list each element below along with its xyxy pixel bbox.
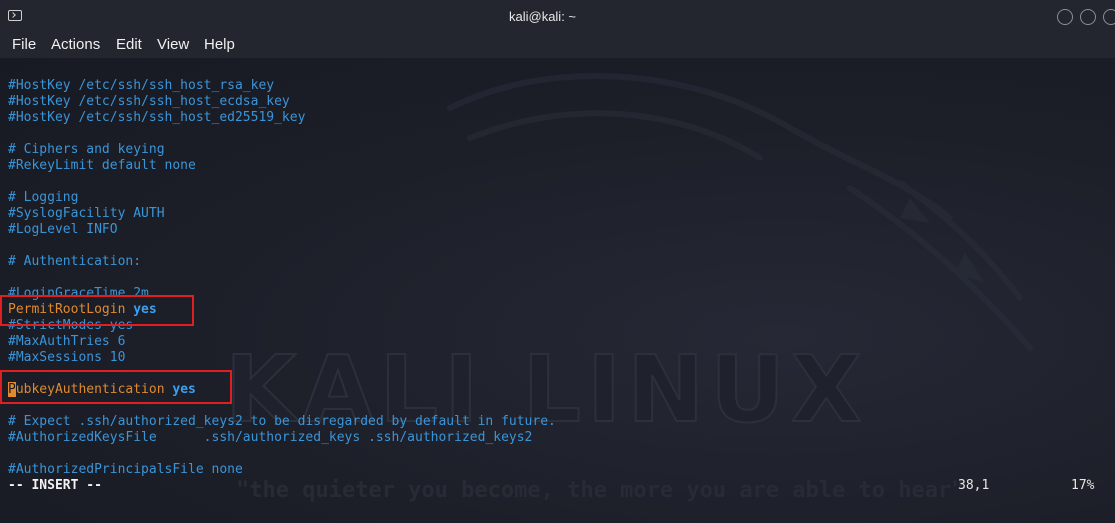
menu-edit[interactable]: Edit (116, 36, 142, 53)
highlight-box-pubkey-authentication (0, 370, 232, 404)
code-line: # Expect .ssh/authorized_keys2 to be dis… (8, 414, 556, 429)
code-line: #RekeyLimit default none (8, 158, 196, 173)
code-line: #SyslogFacility AUTH (8, 206, 165, 221)
code-line: # Logging (8, 190, 79, 205)
code-line: #HostKey /etc/ssh/ssh_host_ecdsa_key (8, 94, 290, 109)
menu-actions[interactable]: Actions (51, 36, 100, 53)
menu-view[interactable]: View (157, 36, 189, 53)
cursor-position: 38,1 (958, 478, 990, 493)
terminal-window: kali@kali: ~ File Actions Edit View Help… (0, 0, 1115, 523)
code-line: #LogLevel INFO (8, 222, 118, 237)
minimize-button[interactable] (1057, 9, 1073, 25)
kali-dragon-logo (447, 73, 1033, 351)
code-line: #AuthorizedKeysFile .ssh/authorized_keys… (8, 430, 533, 445)
kali-tagline: "the quieter you become, the more you ar… (236, 478, 965, 503)
close-button[interactable] (1103, 9, 1115, 25)
code-line: #HostKey /etc/ssh/ssh_host_rsa_key (8, 78, 275, 93)
code-line: #MaxAuthTries 6 (8, 334, 126, 349)
menu-bar: File Actions Edit View Help (0, 34, 1115, 58)
highlight-box-permit-root-login (0, 295, 194, 326)
maximize-button[interactable] (1080, 9, 1096, 25)
code-line: # Authentication: (8, 254, 142, 269)
title-bar: kali@kali: ~ (0, 0, 1115, 34)
terminal-area[interactable]: KALI LINUX "the quieter you become, the … (0, 58, 1115, 523)
code-line: #HostKey /etc/ssh/ssh_host_ed25519_key (8, 110, 306, 125)
vim-mode-indicator: -- INSERT -- (8, 478, 102, 493)
menu-help[interactable]: Help (204, 36, 235, 53)
code-line: # Ciphers and keying (8, 142, 165, 157)
code-line: #AuthorizedPrincipalsFile none (8, 462, 243, 477)
menu-file[interactable]: File (12, 36, 36, 53)
scroll-percentage: 17% (1071, 478, 1095, 493)
code-line: #MaxSessions 10 (8, 350, 126, 365)
window-title: kali@kali: ~ (508, 9, 577, 24)
